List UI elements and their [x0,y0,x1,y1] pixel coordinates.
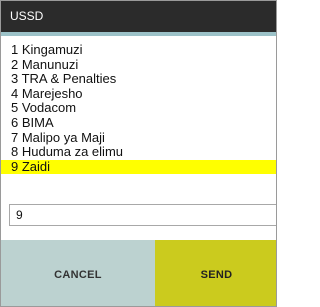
cancel-button[interactable]: CANCEL [1,240,155,306]
button-bar: CANCEL SEND [1,240,276,306]
menu-item-highlighted: 9 Zaidi [1,159,276,175]
menu-item: 3 TRA & Penalties [11,71,117,87]
ussd-dialog: USSD 1 Kingamuzi 2 Manunuzi 3 TRA & Pena… [0,0,277,307]
menu-item: 8 Huduma za elimu [11,144,123,160]
title-divider [1,32,276,36]
send-button[interactable]: SEND [155,240,276,306]
dialog-title: USSD [1,1,276,32]
menu-item: 6 BIMA [11,114,54,130]
menu-item: 2 Manunuzi [11,56,79,72]
menu-item: 5 Vodacom [11,100,77,116]
menu-item: 1 Kingamuzi [11,42,83,57]
ussd-menu: 1 Kingamuzi 2 Manunuzi 3 TRA & Penalties… [1,42,276,175]
reply-field-box [9,204,276,226]
menu-item: 7 Malipo ya Maji [11,129,105,145]
reply-input[interactable] [10,205,276,225]
menu-item: 4 Marejesho [11,85,83,101]
